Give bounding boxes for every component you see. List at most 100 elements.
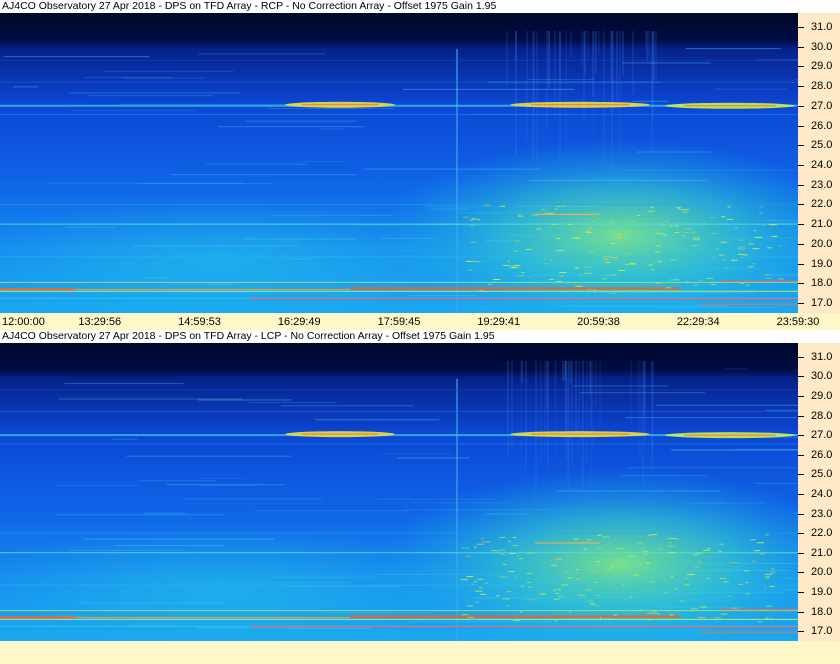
speckle	[621, 585, 624, 586]
speckle	[727, 219, 733, 220]
speckle	[475, 591, 483, 592]
speckle	[587, 539, 592, 540]
speckle	[721, 216, 725, 217]
speckle	[492, 282, 495, 283]
speckle	[657, 245, 661, 246]
speckle	[604, 619, 612, 620]
y-tick-label: 30.0	[811, 41, 832, 53]
speckle	[662, 225, 665, 226]
noise-row	[320, 129, 345, 130]
noise-row	[270, 577, 376, 578]
speckle	[551, 224, 558, 225]
speckle	[687, 574, 695, 575]
speckle	[587, 601, 593, 602]
y-tick-mark	[798, 283, 804, 284]
speckle	[515, 577, 517, 578]
speckle	[730, 562, 738, 563]
speckle	[685, 578, 688, 579]
speckle	[762, 225, 764, 226]
noise-row	[59, 399, 242, 400]
noise-row	[89, 95, 213, 96]
speckle	[738, 240, 744, 241]
noise-row	[249, 402, 337, 403]
speckle	[614, 615, 617, 616]
speckle	[615, 237, 622, 238]
x-tick-label: 12:00:00	[2, 316, 45, 328]
speckle	[502, 265, 509, 266]
speckle	[556, 281, 562, 282]
speckle	[465, 556, 470, 557]
speckle	[649, 581, 654, 582]
speckle	[544, 258, 547, 259]
noise-row	[64, 383, 183, 384]
noise-row	[69, 92, 241, 93]
noise-row	[618, 243, 678, 244]
noise-row	[397, 250, 437, 251]
speckle	[512, 267, 518, 268]
y-tick-label: 27.0	[811, 100, 832, 112]
speckle	[503, 564, 506, 565]
speckle	[630, 221, 635, 222]
speckle	[683, 232, 689, 233]
speckle	[765, 617, 769, 618]
speckle	[658, 261, 662, 262]
speckle	[693, 554, 699, 555]
noise-row	[297, 161, 346, 162]
speckle	[609, 542, 611, 543]
noise-row	[685, 563, 798, 564]
speckle	[669, 542, 671, 543]
speckle	[488, 284, 491, 285]
speckle	[670, 279, 673, 280]
speckle	[482, 291, 488, 292]
speckle	[706, 578, 710, 579]
speckle	[514, 240, 519, 241]
y-tick-mark	[798, 264, 804, 265]
speckle	[611, 257, 618, 258]
noise-row	[598, 249, 759, 250]
noise-row	[56, 514, 225, 515]
speckle	[755, 237, 763, 238]
noise-row	[670, 449, 798, 450]
time-axis: 12:00:00 13:29:56 14:59:53 16:29:49 17:59:45…	[0, 313, 840, 330]
lcp-panel: AJ4CO Observatory 27 Apr 2018 - DPS on T…	[0, 330, 840, 641]
noise-row	[218, 126, 363, 127]
speckle	[466, 261, 474, 262]
speckle	[678, 208, 681, 209]
noise-row	[71, 110, 196, 111]
speckle	[610, 293, 617, 294]
noise-row	[199, 53, 326, 54]
noise-row	[426, 206, 500, 207]
speckle	[508, 571, 514, 572]
y-tick-mark	[798, 357, 804, 358]
speckle	[531, 215, 538, 216]
speckle	[651, 269, 654, 270]
speckle	[727, 206, 730, 207]
speckle	[711, 284, 716, 285]
speckle	[681, 209, 689, 210]
speckle	[637, 215, 640, 216]
x-tick-label: 23:59:30	[777, 316, 820, 328]
speckle	[611, 243, 616, 244]
noise-row	[622, 170, 795, 171]
noise-row	[167, 284, 233, 285]
speckle	[649, 264, 654, 265]
noise-row	[624, 289, 651, 290]
speckle	[587, 289, 591, 290]
speckle	[572, 237, 580, 238]
speckle	[770, 618, 773, 619]
speckle	[520, 612, 523, 613]
y-tick-label: 23.0	[811, 179, 832, 191]
speckle	[485, 583, 487, 584]
speckle	[731, 608, 737, 609]
speckle	[496, 595, 500, 596]
speckle	[474, 602, 479, 603]
speckle	[517, 275, 525, 276]
speckle	[463, 217, 468, 218]
speckle	[719, 255, 725, 256]
noise-row	[606, 579, 654, 580]
speckle	[770, 572, 775, 573]
speckle	[509, 553, 515, 554]
speckle	[692, 239, 700, 240]
speckle	[612, 274, 617, 275]
lcp-frequency-axis: 31.0 30.0 29.0 28.0 27.0 26.0 25.0 24.0 23.0 22.0…	[798, 343, 840, 641]
